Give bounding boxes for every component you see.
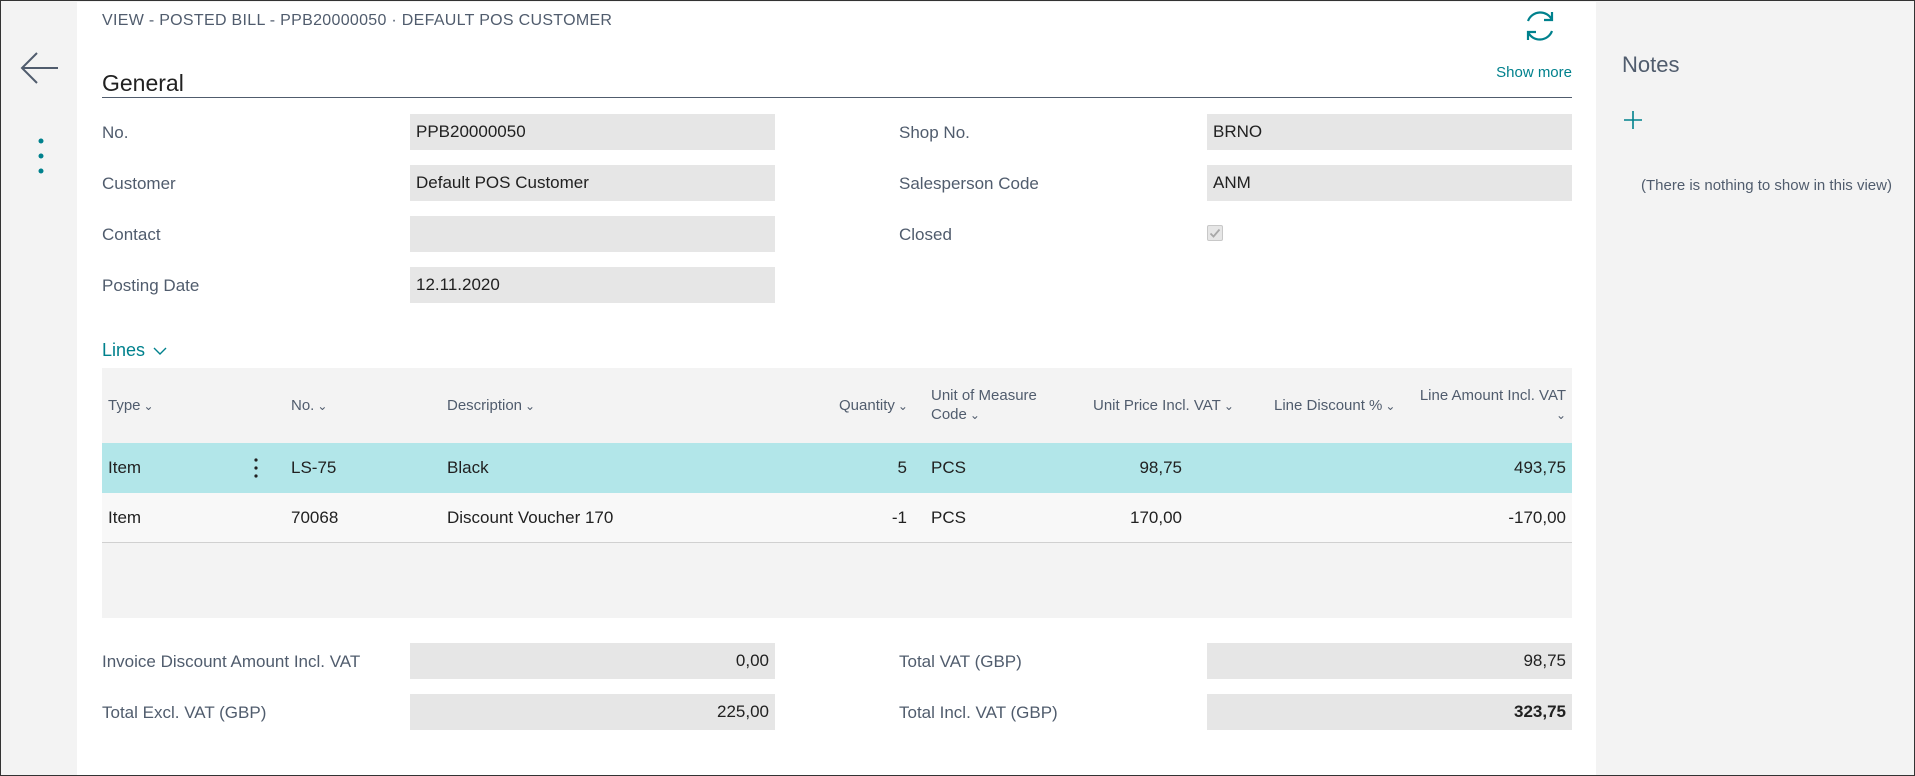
- notes-empty-text: (There is nothing to show in this view): [1641, 177, 1892, 194]
- total-incl-vat-label: Total Incl. VAT (GBP): [899, 703, 1058, 722]
- col-header-type[interactable]: Type ⌄: [108, 396, 154, 416]
- col-header-unit-price-label: Unit Price Incl. VAT: [1093, 397, 1221, 414]
- back-arrow-icon[interactable]: [18, 46, 62, 90]
- chevron-down-icon: ⌄: [1555, 408, 1566, 422]
- col-header-line-discount-label: Line Discount %: [1274, 397, 1383, 414]
- chevron-down-icon: [153, 347, 167, 355]
- row-more-vertical-icon[interactable]: [250, 456, 262, 480]
- total-incl-vat-field[interactable]: 323,75: [1207, 694, 1572, 730]
- customer-label: Customer: [102, 174, 176, 193]
- col-header-no-label: No.: [291, 397, 315, 414]
- plus-icon[interactable]: [1621, 108, 1645, 132]
- lines-title: Lines: [102, 340, 146, 360]
- cell-uom: PCS: [931, 458, 966, 477]
- closed-checkbox[interactable]: [1207, 225, 1223, 241]
- cell-uom: PCS: [931, 508, 966, 527]
- col-header-quantity[interactable]: Quantity ⌄: [839, 396, 908, 416]
- col-header-uom-label-line2: Code: [931, 406, 967, 423]
- total-excl-vat-field[interactable]: 225,00: [410, 694, 775, 730]
- col-header-type-label: Type: [108, 397, 141, 414]
- total-excl-vat-label: Total Excl. VAT (GBP): [102, 703, 267, 722]
- salesperson-code-label: Salesperson Code: [899, 174, 1039, 193]
- col-header-unit-price[interactable]: Unit Price Incl. VAT ⌄: [1093, 396, 1234, 416]
- cell-line-discount: [1202, 443, 1302, 493]
- lines-section-toggle[interactable]: Lines: [102, 340, 168, 361]
- checkmark-icon: [1209, 228, 1221, 238]
- cell-line-amount: 493,75: [1514, 458, 1566, 477]
- table-row[interactable]: Item LS-75 Black 5 PCS 98,75 493,75: [102, 443, 1572, 493]
- chevron-down-icon: ⌄: [1223, 399, 1234, 413]
- section-divider: [102, 97, 1572, 98]
- invoice-discount-label: Invoice Discount Amount Incl. VAT: [102, 652, 361, 671]
- contact-label: Contact: [102, 225, 161, 244]
- main-panel: VIEW - POSTED BILL - PPB20000050 · DEFAU…: [77, 2, 1596, 775]
- posting-date-label: Posting Date: [102, 276, 200, 295]
- cell-quantity: 5: [897, 458, 907, 477]
- col-header-description[interactable]: Description ⌄: [447, 396, 535, 416]
- chevron-down-icon: ⌄: [969, 408, 980, 422]
- grid-header: Type ⌄ No. ⌄ Description ⌄ Quantity ⌄ Unit o…: [102, 368, 1572, 443]
- cell-quantity: -1: [891, 508, 907, 527]
- cell-line-amount: -170,00: [1508, 508, 1566, 527]
- shop-no-field[interactable]: BRNO: [1207, 114, 1572, 150]
- salesperson-code-field[interactable]: ANM: [1207, 165, 1572, 201]
- invoice-discount-field[interactable]: 0,00: [410, 643, 775, 679]
- col-header-line-amount[interactable]: Line Amount Incl. VAT ⌄: [1412, 386, 1566, 425]
- no-label: No.: [102, 123, 129, 142]
- cell-no[interactable]: LS-75: [291, 443, 336, 493]
- cell-type: Item: [108, 458, 142, 477]
- col-header-line-discount[interactable]: Line Discount % ⌄: [1274, 396, 1395, 416]
- chevron-down-icon: ⌄: [525, 399, 536, 413]
- chevron-down-icon: ⌄: [143, 399, 154, 413]
- col-header-quantity-label: Quantity: [839, 397, 895, 414]
- refresh-icon[interactable]: [1518, 4, 1562, 48]
- total-vat-field[interactable]: 98,75: [1207, 643, 1572, 679]
- col-header-description-label: Description: [447, 397, 523, 414]
- col-header-no[interactable]: No. ⌄: [291, 396, 327, 416]
- no-field[interactable]: PPB20000050: [410, 114, 775, 150]
- lines-grid: Type ⌄ No. ⌄ Description ⌄ Quantity ⌄ Unit o…: [102, 368, 1572, 618]
- cell-line-discount: [1202, 493, 1302, 543]
- table-row[interactable]: Item 70068 Discount Voucher 170 -1 PCS 1…: [102, 493, 1572, 543]
- app-frame: VIEW - POSTED BILL - PPB20000050 · DEFAU…: [0, 0, 1915, 776]
- left-rail: [2, 2, 76, 775]
- closed-label: Closed: [899, 225, 952, 244]
- show-more-link[interactable]: Show more: [1496, 64, 1572, 81]
- notes-title: Notes: [1622, 52, 1680, 77]
- cell-unit-price: 170,00: [1130, 508, 1182, 527]
- chevron-down-icon: ⌄: [897, 399, 908, 413]
- notes-pane: Notes (There is nothing to show in this …: [1597, 2, 1914, 775]
- cell-type: Item: [108, 508, 142, 527]
- general-section-title: General: [102, 70, 184, 96]
- cell-description: Discount Voucher 170: [447, 508, 614, 527]
- page-breadcrumb: VIEW - POSTED BILL - PPB20000050 · DEFAU…: [102, 12, 613, 29]
- contact-field[interactable]: [410, 216, 775, 252]
- cell-description: Black: [447, 458, 489, 477]
- grid-empty-area: [102, 543, 1572, 618]
- col-header-line-amount-label: Line Amount Incl. VAT: [1419, 387, 1566, 404]
- posting-date-field[interactable]: 12.11.2020: [410, 267, 775, 303]
- chevron-down-icon: ⌄: [317, 399, 328, 413]
- col-header-uom-label-line1: Unit of Measure: [931, 387, 1037, 404]
- shop-no-label: Shop No.: [899, 123, 970, 142]
- col-header-uom[interactable]: Unit of Measure Code ⌄: [931, 386, 1037, 425]
- cell-no[interactable]: 70068: [291, 493, 338, 543]
- more-vertical-icon[interactable]: [32, 135, 50, 183]
- cell-unit-price: 98,75: [1139, 458, 1182, 477]
- chevron-down-icon: ⌄: [1385, 399, 1396, 413]
- total-vat-label: Total VAT (GBP): [899, 652, 1022, 671]
- customer-field[interactable]: Default POS Customer: [410, 165, 775, 201]
